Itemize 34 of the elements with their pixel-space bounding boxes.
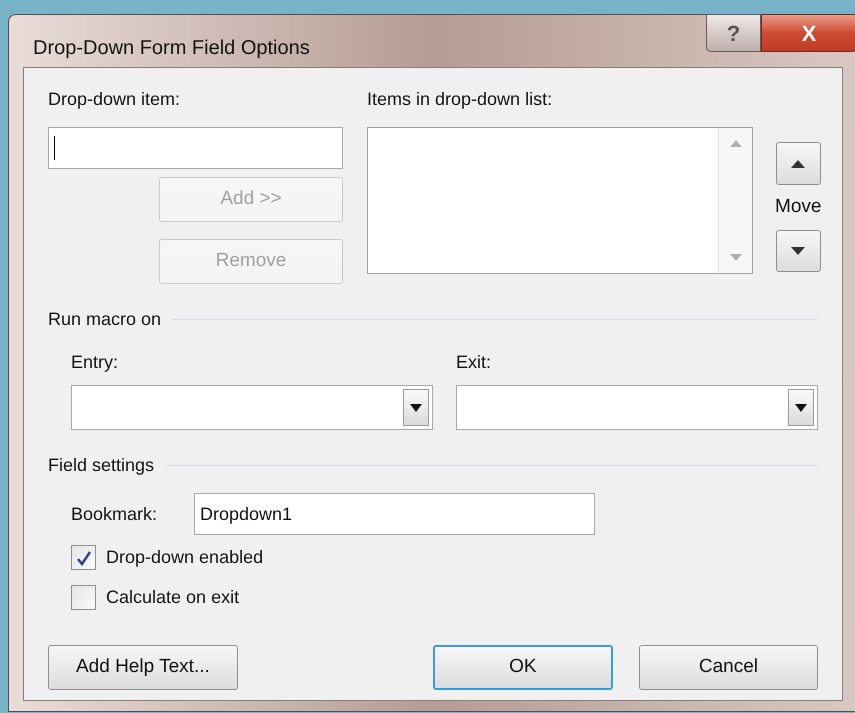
caret-icon [410, 404, 422, 412]
item-input-field[interactable] [48, 127, 343, 169]
group-heading: Run macro on [48, 308, 162, 331]
group-heading: Field settings [48, 454, 154, 477]
checkbox-label: Drop-down enabled [106, 546, 264, 569]
move-up-button[interactable] [776, 142, 821, 185]
dialog-button[interactable]: OK [432, 645, 613, 690]
field-label: Drop-down item: [48, 88, 182, 110]
move-label: Move [775, 195, 822, 219]
up-arrow-icon [791, 160, 806, 168]
scroll-down-icon[interactable] [730, 254, 742, 261]
field-label: Entry: [71, 351, 120, 374]
field-label: Items in drop-down list: [367, 88, 554, 110]
dropdown-field[interactable] [71, 385, 433, 430]
move-down-button[interactable] [776, 230, 821, 272]
items-list[interactable] [367, 127, 753, 274]
checkbox[interactable] [71, 545, 96, 570]
checkbox-label: Calculate on exit [106, 586, 240, 609]
dialog-button[interactable]: Cancel [638, 645, 818, 690]
text-cursor [54, 136, 55, 160]
field-label: Bookmark: [71, 502, 158, 526]
field-label: Exit: [456, 351, 492, 374]
bookmark-field[interactable]: Dropdown1 [194, 493, 595, 535]
caret-icon [795, 404, 807, 412]
down-arrow-icon [791, 246, 806, 254]
scroll-up-icon[interactable] [730, 140, 742, 147]
dropdown-field[interactable] [456, 385, 818, 430]
help-button[interactable]: ? [706, 14, 761, 52]
scrollbar[interactable] [718, 128, 752, 273]
check-icon [76, 550, 92, 566]
window-title: Drop-Down Form Field Options [33, 36, 310, 61]
checkbox[interactable] [71, 585, 96, 610]
close-button[interactable]: X [761, 14, 855, 52]
dialog-button[interactable]: Add Help Text... [48, 645, 238, 690]
